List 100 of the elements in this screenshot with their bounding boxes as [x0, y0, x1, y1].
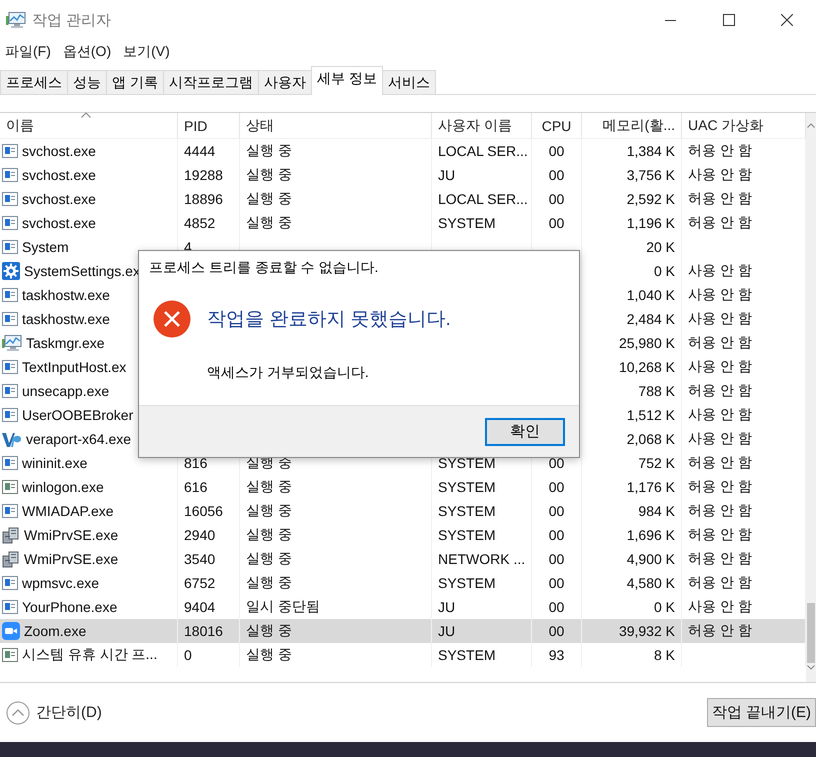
app-icon	[6, 11, 26, 29]
menu-item[interactable]: 보기(V)	[118, 43, 175, 61]
table-cell: 2,484 K	[626, 311, 675, 327]
table-row[interactable]: WMIADAP.exe 16056 실행 중 SYSTEM 00 984 K 허용 안 함	[0, 499, 806, 523]
process-name: UserOOBEBroker	[22, 407, 134, 423]
table-cell: 752 K	[638, 455, 675, 471]
program-icon	[2, 407, 18, 423]
error-icon	[153, 300, 191, 338]
program-icon	[2, 479, 18, 495]
program-icon	[2, 191, 18, 207]
table-row[interactable]: winlogon.exe 616 실행 중 SYSTEM 00 1,176 K 허용 안 함	[0, 475, 806, 499]
caret-down-icon[interactable]	[807, 665, 815, 670]
table-cell: JU	[438, 599, 456, 615]
ok-button[interactable]: 확인	[485, 418, 565, 446]
table-cell: 허용 안 함	[688, 526, 752, 544]
table-cell: 실행 중	[246, 142, 292, 160]
table-row[interactable]: svchost.exe 4444 실행 중 LOCAL SER... 00 1,384 K 허용 안 함	[0, 139, 806, 163]
table-cell: 4852	[184, 215, 216, 231]
table-cell: 사용 안 함	[688, 358, 752, 376]
table-cell: 허용 안 함	[688, 454, 752, 472]
table-row[interactable]: wpmsvc.exe 6752 실행 중 SYSTEM 00 4,580 K 허용 안 함	[0, 571, 806, 595]
table-cell: 4,900 K	[626, 551, 675, 567]
table-cell: 허용 안 함	[688, 334, 752, 352]
table-cell: 18016	[184, 623, 223, 639]
table-cell: LOCAL SER...	[438, 191, 528, 207]
table-cell: 19288	[184, 167, 223, 183]
table-cell: 2,592 K	[626, 191, 675, 207]
error-heading: 작업을 완료하지 못했습니다.	[207, 308, 451, 332]
table-cell: 사용 안 함	[688, 166, 752, 184]
server-icon	[2, 526, 20, 544]
program-icon	[2, 359, 18, 375]
table-cell: 실행 중	[246, 502, 292, 520]
table-cell: 사용 안 함	[688, 406, 752, 424]
end-task-button[interactable]: 작업 끝내기(E)	[706, 698, 816, 727]
table-cell: 사용 안 함	[688, 430, 752, 448]
table-row[interactable]: WmiPrvSE.exe 2940 실행 중 SYSTEM 00 1,696 K 허용 안 함	[0, 523, 806, 547]
menu-item[interactable]: 옵션(O)	[58, 43, 116, 61]
menu-item[interactable]: 파일(F)	[0, 43, 56, 61]
scroll-thumb[interactable]	[807, 603, 815, 663]
caret-up-icon[interactable]	[807, 123, 815, 128]
process-name: veraport-x64.exe	[26, 431, 132, 447]
table-cell: 00	[548, 143, 564, 159]
table-row[interactable]: 시스템 유휴 시간 프... 0 실행 중 SYSTEM 93 8 K	[0, 643, 806, 667]
table-row[interactable]: svchost.exe 19288 실행 중 JU 00 3,756 K 사용 안 함	[0, 163, 806, 187]
table-cell: 9404	[184, 599, 216, 615]
table-cell: SYSTEM	[438, 575, 496, 591]
column-header[interactable]: 메모리(활...	[582, 113, 682, 138]
scrollbar[interactable]	[806, 113, 816, 682]
table-row[interactable]: svchost.exe 18896 실행 중 LOCAL SER... 00 2,592 K 허용 안 함	[0, 187, 806, 211]
tab[interactable]: 프로세스	[0, 70, 68, 94]
table-cell: SYSTEM	[438, 455, 496, 471]
column-header[interactable]: 이름	[0, 113, 178, 138]
table-cell: 1,512 K	[626, 407, 675, 423]
table-cell: 00	[548, 479, 564, 495]
process-name: YourPhone.exe	[22, 599, 118, 615]
table-cell: 616	[184, 479, 208, 495]
table-cell: 39,932 K	[618, 623, 675, 639]
table-cell: 2940	[184, 527, 216, 543]
table-cell: 일시 중단됨	[246, 598, 320, 616]
process-name: winlogon.exe	[22, 479, 104, 495]
column-header[interactable]: 사용자 이름	[432, 113, 532, 138]
process-name: WmiPrvSE.exe	[24, 551, 118, 567]
table-cell: 실행 중	[246, 214, 292, 232]
process-name: WMIADAP.exe	[22, 503, 114, 519]
table-cell: 00	[548, 527, 564, 543]
table-cell: 25,980 K	[618, 335, 675, 351]
table-cell: 00	[548, 623, 564, 639]
table-row[interactable]: svchost.exe 4852 실행 중 SYSTEM 00 1,196 K 허용 안 함	[0, 211, 806, 235]
table-cell: SYSTEM	[438, 215, 496, 231]
tab[interactable]: 사용자	[258, 70, 312, 94]
table-cell: 실행 중	[246, 190, 292, 208]
tab[interactable]: 앱 기록	[106, 70, 164, 94]
table-cell: 1,384 K	[626, 143, 675, 159]
process-name: SystemSettings.ex	[24, 263, 140, 279]
table-cell: SYSTEM	[438, 503, 496, 519]
table-cell: 00	[548, 167, 564, 183]
table-row[interactable]: WmiPrvSE.exe 3540 실행 중 NETWORK ... 00 4,900 K 허용 안 함	[0, 547, 806, 571]
gear-icon	[2, 262, 20, 280]
table-row[interactable]: Zoom.exe 18016 실행 중 JU 00 39,932 K 허용 안 함	[0, 619, 806, 643]
process-name: WmiPrvSE.exe	[24, 527, 118, 543]
maximize-icon	[723, 14, 735, 26]
sort-icon	[80, 112, 90, 118]
table-cell: 사용 안 함	[688, 262, 752, 280]
tab[interactable]: 세부 정보	[310, 66, 383, 95]
column-header[interactable]: CPU	[532, 113, 582, 138]
table-cell: 1,040 K	[626, 287, 675, 303]
column-header[interactable]: 상태	[240, 113, 432, 138]
column-header[interactable]: PID	[178, 113, 240, 138]
table-cell: 4,580 K	[626, 575, 675, 591]
process-name: svchost.exe	[22, 191, 96, 207]
tab[interactable]: 서비스	[382, 70, 436, 94]
tab[interactable]: 시작프로그램	[162, 70, 259, 94]
collapse-button[interactable]: 간단히(D)	[6, 700, 102, 724]
process-name: Zoom.exe	[24, 623, 86, 639]
dialog-title: 프로세스 트리를 종료할 수 없습니다.	[149, 259, 378, 277]
table-cell: 4444	[184, 143, 216, 159]
table-cell: 허용 안 함	[688, 574, 752, 592]
table-cell: 00	[548, 455, 564, 471]
table-cell: 984 K	[638, 503, 675, 519]
tab[interactable]: 성능	[67, 70, 107, 94]
